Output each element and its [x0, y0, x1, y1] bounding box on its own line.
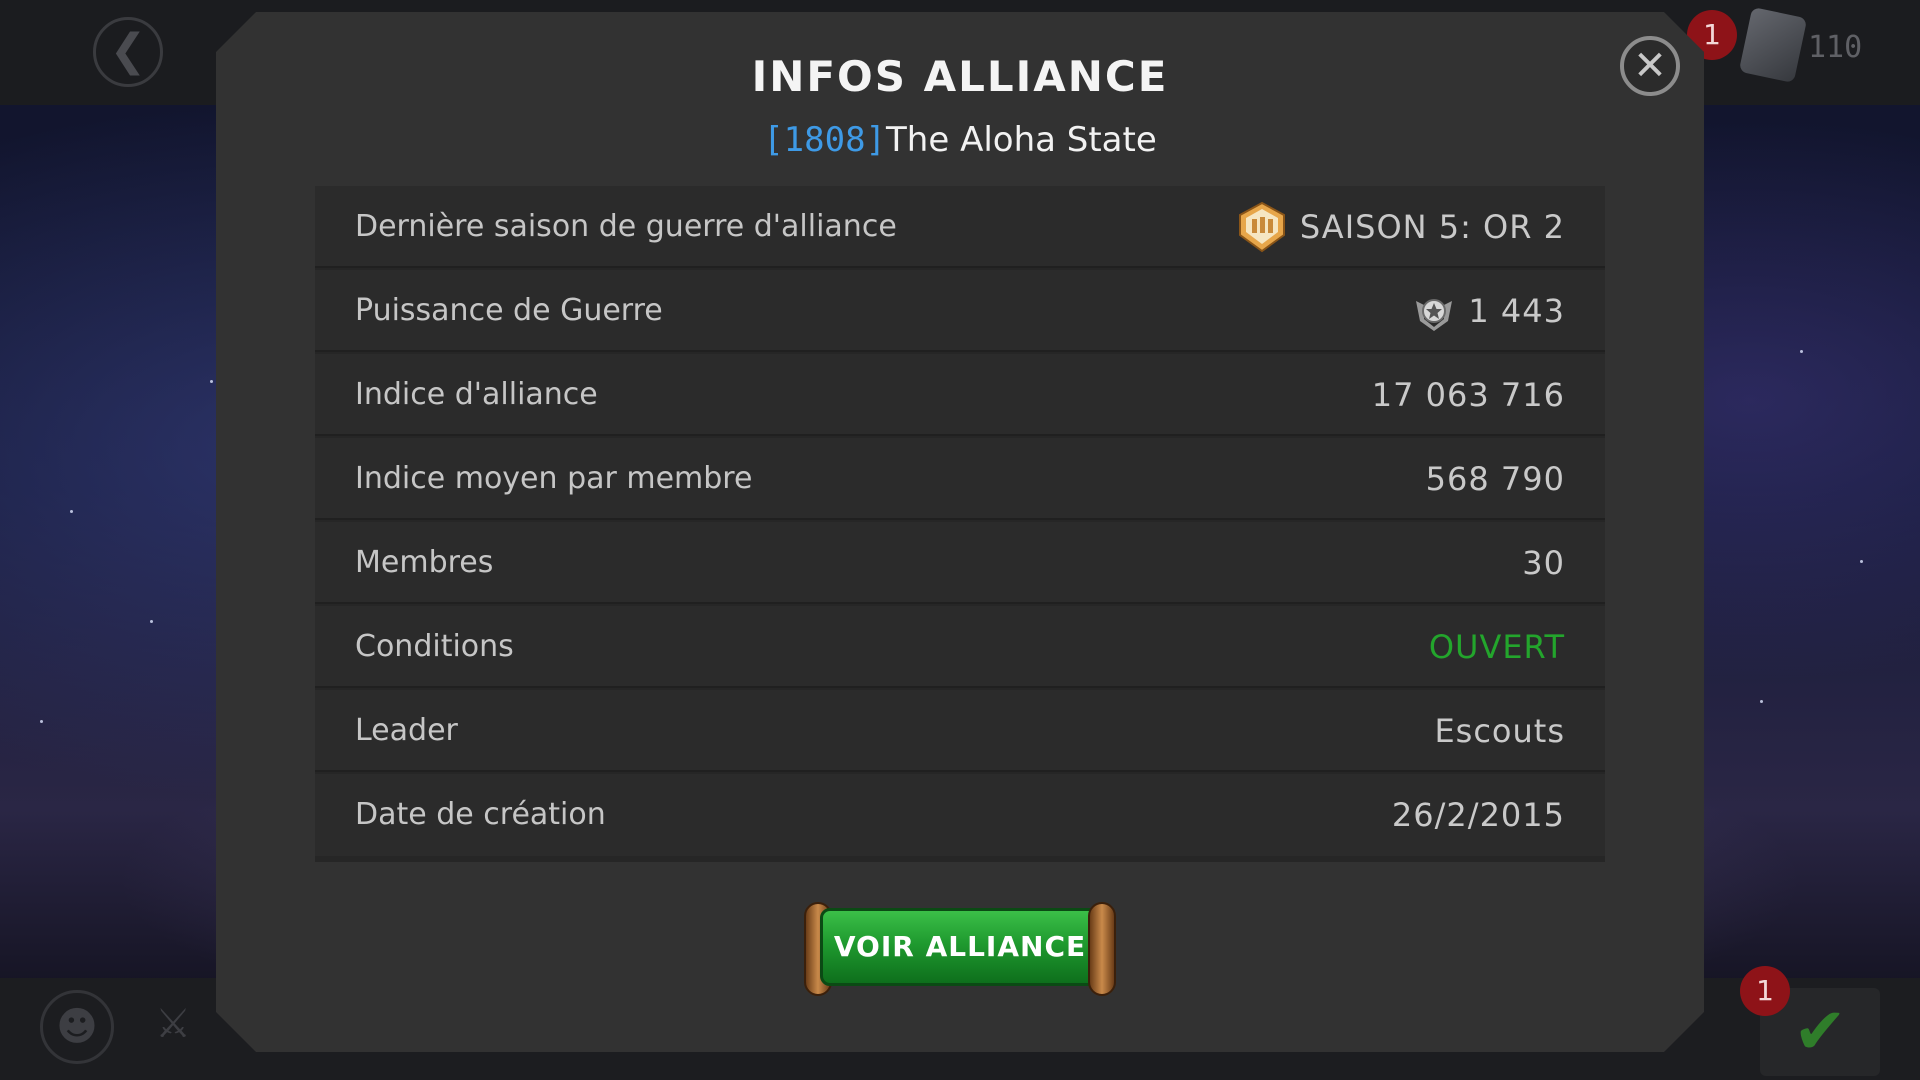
alliance-name: The Aloha State — [886, 120, 1157, 160]
row-label: Conditions — [355, 629, 514, 664]
star — [1760, 700, 1763, 703]
card-count: 110 — [1808, 30, 1863, 65]
war-rating-star-icon — [1416, 299, 1453, 331]
quests-badge: 1 — [1740, 966, 1790, 1016]
back-arrow-icon[interactable]: ❮ — [93, 17, 163, 87]
alliance-heading: [1808]The Aloha State — [216, 120, 1704, 160]
table-row: Membres 30 — [315, 522, 1605, 604]
row-value: 568 790 — [1425, 460, 1565, 498]
star — [1800, 350, 1803, 353]
table-row: Puissance de Guerre 1 443 — [315, 270, 1605, 352]
gold-shield-icon — [1238, 201, 1285, 253]
row-value: 30 — [1522, 544, 1565, 582]
table-row: Dernière saison de guerre d'alliance SAI… — [315, 186, 1605, 268]
alliance-war-icon[interactable]: ⚔ — [136, 990, 210, 1064]
star — [70, 510, 73, 513]
row-value: SAISON 5: OR 2 — [1236, 186, 1565, 268]
season-value: SAISON 5: OR 2 — [1299, 208, 1565, 246]
table-row: Date de création 26/2/2015 — [315, 774, 1605, 856]
table-row: Indice d'alliance 17 063 716 — [315, 354, 1605, 436]
alliance-members-icon[interactable]: ☻ — [40, 990, 114, 1064]
row-value: 17 063 716 — [1371, 376, 1565, 414]
close-icon[interactable]: ✕ — [1620, 36, 1680, 96]
row-value: Escouts — [1434, 712, 1565, 750]
alliance-info-table: Dernière saison de guerre d'alliance SAI… — [315, 186, 1605, 862]
button-cap-right — [1088, 902, 1116, 996]
dialog-title: INFOS ALLIANCE — [751, 52, 1169, 101]
view-alliance-label[interactable]: VOIR ALLIANCE — [820, 908, 1100, 986]
view-alliance-button[interactable]: VOIR ALLIANCE — [804, 902, 1116, 996]
alliance-info-dialog: INFOS ALLIANCE ✕ [1808]The Aloha State D… — [216, 12, 1704, 1052]
war-rating-value: 1 443 — [1468, 292, 1565, 330]
row-label: Membres — [355, 545, 494, 580]
star — [1860, 560, 1863, 563]
row-label: Leader — [355, 713, 458, 748]
row-value: 1 443 — [1412, 270, 1565, 352]
status-value: OUVERT — [1428, 628, 1565, 666]
table-row: Leader Escouts — [315, 690, 1605, 772]
star — [150, 620, 153, 623]
row-label: Dernière saison de guerre d'alliance — [355, 209, 897, 244]
row-value: 26/2/2015 — [1391, 796, 1565, 834]
table-row: Indice moyen par membre 568 790 — [315, 438, 1605, 520]
row-label: Puissance de Guerre — [355, 293, 663, 328]
star — [40, 720, 43, 723]
row-label: Indice moyen par membre — [355, 461, 753, 496]
game-screen: ❮ 1 110 ☻ ⚔ ✔ 1 INFOS ALLIANCE ✕ [1808]T… — [0, 0, 1920, 1080]
row-label: Indice d'alliance — [355, 377, 598, 412]
star — [210, 380, 213, 383]
table-row: Conditions OUVERT — [315, 606, 1605, 688]
row-label: Date de création — [355, 797, 606, 832]
alliance-tag: [1808] — [763, 120, 887, 160]
